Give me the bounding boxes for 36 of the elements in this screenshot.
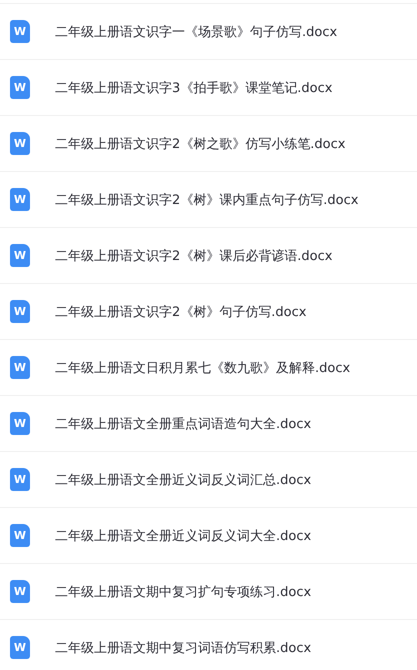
file-name: 二年级上册语文识字3《拍手歌》课堂笔记.docx (55, 80, 332, 96)
document-icon: W (10, 580, 30, 603)
document-icon: W (10, 132, 30, 155)
file-name: 二年级上册语文识字2《树之歌》仿写小练笔.docx (55, 136, 346, 152)
file-list-item[interactable]: W 二年级上册语文全册重点词语造句大全.docx (0, 395, 417, 451)
document-icon: W (10, 20, 30, 43)
file-list-item[interactable]: W 二年级上册语文识字2《树之歌》仿写小练笔.docx (0, 115, 417, 171)
document-icon: W (10, 524, 30, 547)
file-list-item[interactable]: W 二年级上册语文全册近义词反义词大全.docx (0, 507, 417, 563)
document-icon: W (10, 188, 30, 211)
file-list-item[interactable]: W 二年级上册语文识字2《树》课内重点句子仿写.docx (0, 171, 417, 227)
document-icon: W (10, 300, 30, 323)
file-name: 二年级上册语文期中复习扩句专项练习.docx (55, 584, 312, 600)
document-icon: W (10, 468, 30, 491)
file-name: 二年级上册语文全册重点词语造句大全.docx (55, 416, 312, 432)
document-icon: W (10, 636, 30, 659)
file-name: 二年级上册语文日积月累七《数九歌》及解释.docx (55, 360, 350, 376)
file-list-item[interactable]: W 二年级上册语文期中复习扩句专项练习.docx (0, 563, 417, 619)
document-icon: W (10, 76, 30, 99)
file-list-item[interactable]: W 二年级上册语文识字一《场景歌》句子仿写.docx (0, 3, 417, 59)
file-name: 二年级上册语文识字2《树》课后必背谚语.docx (55, 248, 332, 264)
file-name: 二年级上册语文识字一《场景歌》句子仿写.docx (55, 24, 338, 40)
file-name: 二年级上册语文全册近义词反义词汇总.docx (55, 472, 312, 488)
document-icon: W (10, 356, 30, 379)
file-list-item[interactable]: W 二年级上册语文期中复习词语仿写积累.docx (0, 619, 417, 670)
file-list-item[interactable]: W 二年级上册语文识字2《树》课后必背谚语.docx (0, 227, 417, 283)
file-name: 二年级上册语文全册近义词反义词大全.docx (55, 528, 312, 544)
file-name: 二年级上册语文识字2《树》课内重点句子仿写.docx (55, 192, 358, 208)
file-name: 二年级上册语文识字2《树》句子仿写.docx (55, 304, 306, 320)
file-list-item[interactable]: W 二年级上册语文日积月累七《数九歌》及解释.docx (0, 339, 417, 395)
file-list-item[interactable]: W 二年级上册语文全册近义词反义词汇总.docx (0, 451, 417, 507)
document-icon: W (10, 244, 30, 267)
file-list-item[interactable]: W 二年级上册语文识字2《树》句子仿写.docx (0, 283, 417, 339)
document-icon: W (10, 412, 30, 435)
file-name: 二年级上册语文期中复习词语仿写积累.docx (55, 640, 312, 656)
file-list-item[interactable]: W 二年级上册语文识字3《拍手歌》课堂笔记.docx (0, 59, 417, 115)
